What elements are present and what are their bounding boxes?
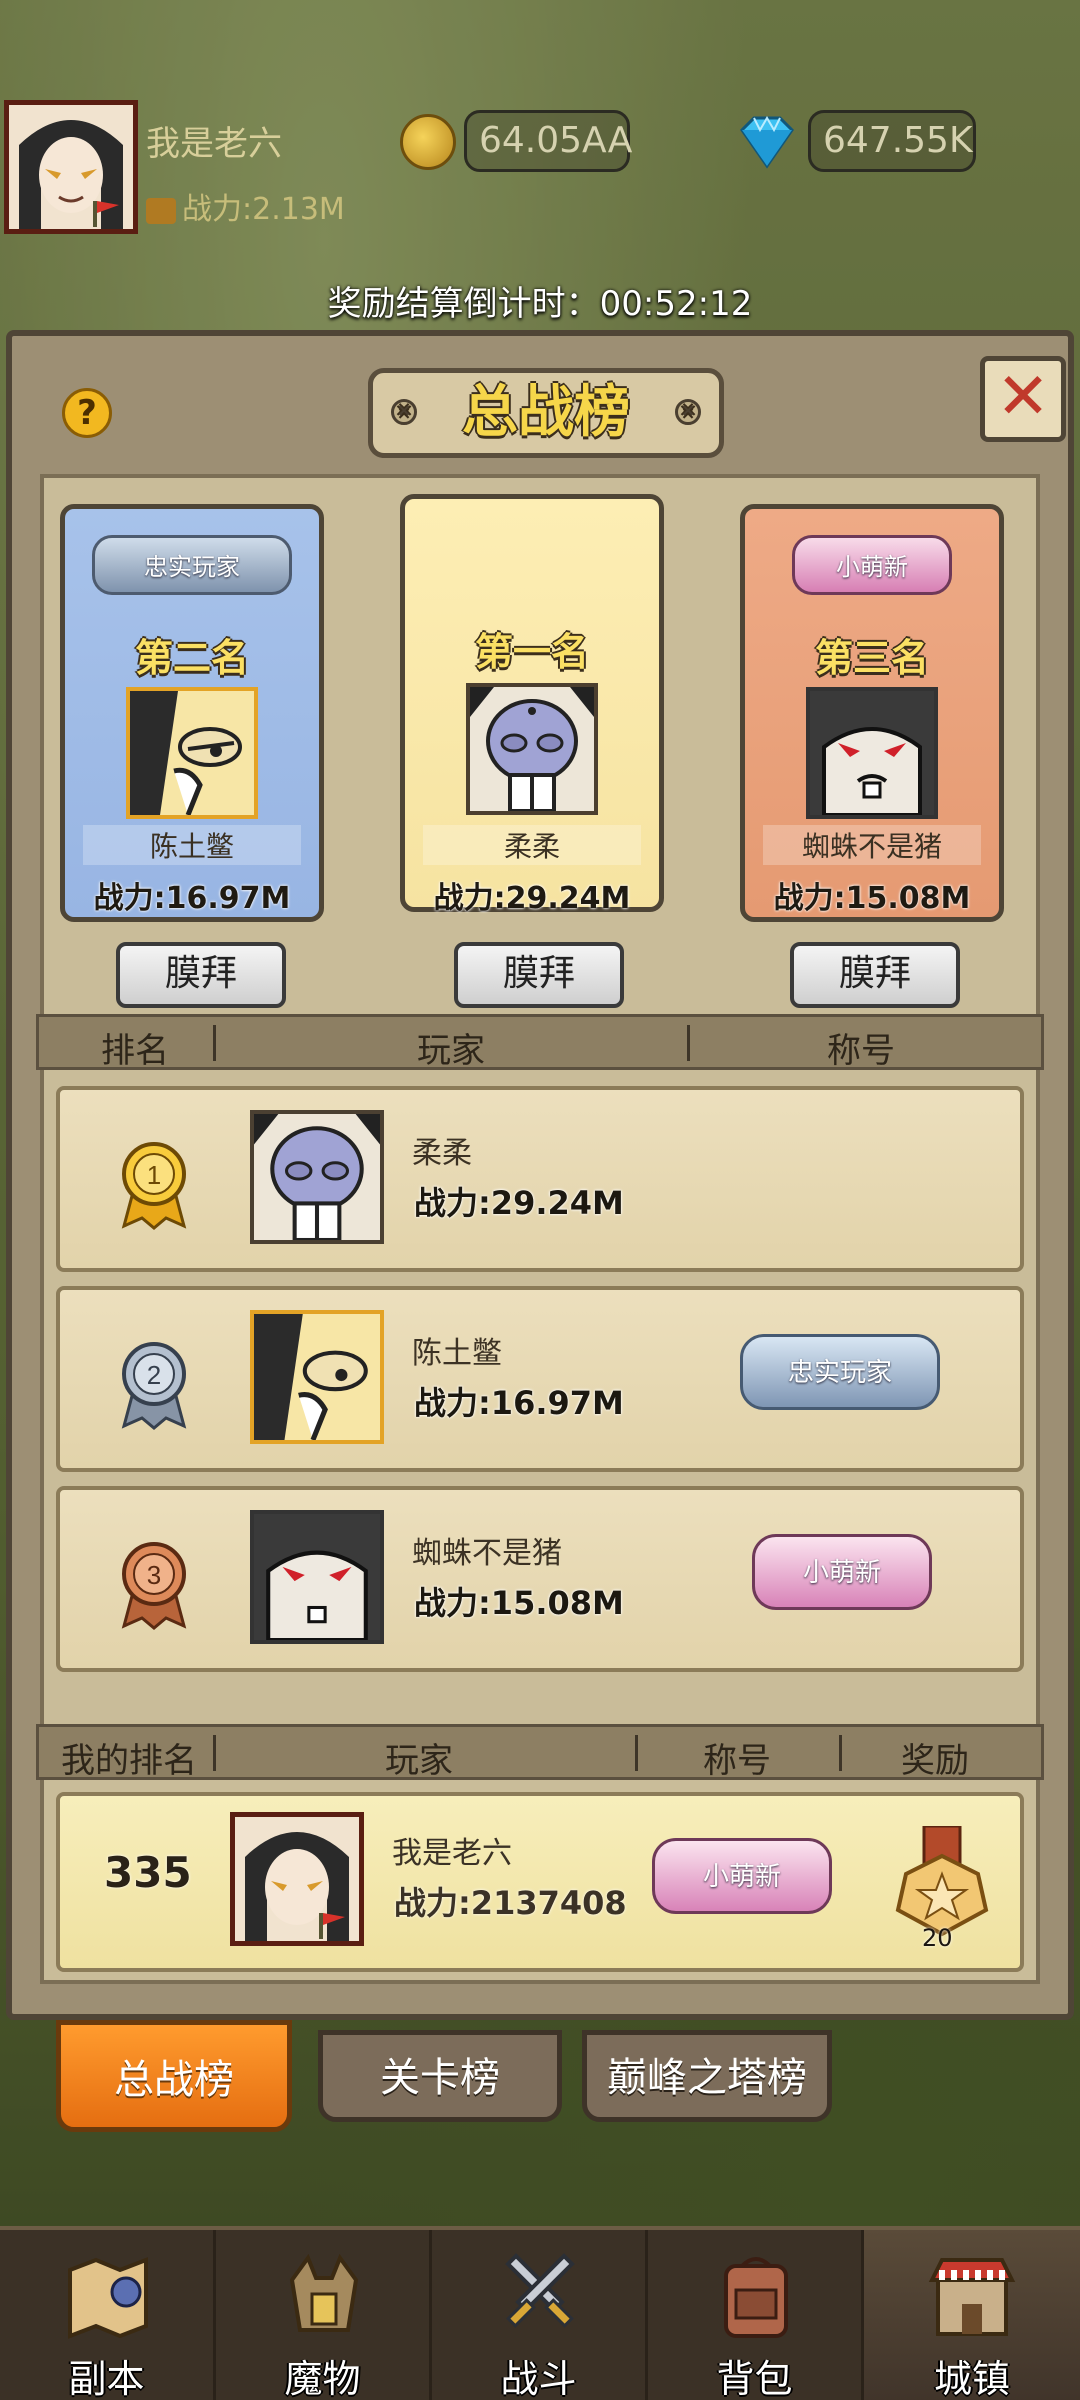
nav-battle[interactable]: 战斗 (432, 2230, 648, 2400)
tab-tower[interactable]: 巅峰之塔榜 (582, 2030, 832, 2122)
avatar-rourou[interactable] (466, 683, 598, 815)
podium-player-name: 蜘蛛不是猪 (763, 825, 981, 865)
podium-player-power: 战力:29.24M (433, 881, 631, 916)
gold-coin-icon (400, 114, 456, 170)
header-title: 称号 (827, 1031, 895, 1071)
power-icon (146, 197, 176, 224)
nav-bag[interactable]: 背包 (648, 2230, 864, 2400)
tab-stage[interactable]: 关卡榜 (318, 2030, 562, 2122)
my-row-name: 我是老六 (392, 1836, 512, 1871)
gem-amount[interactable]: 647.55K (808, 110, 976, 172)
silver-medal-icon: 2 (121, 1342, 187, 1430)
my-rank-header: 我的排名 玩家 称号 奖励 (36, 1724, 1044, 1781)
rivet-icon: × (675, 399, 701, 425)
player-power-text: 战力:2.13M (182, 192, 345, 227)
gold-amount[interactable]: 64.05AA (464, 110, 632, 172)
avatar-spider[interactable] (250, 1510, 384, 1644)
player-power: 战力:2.13M (146, 184, 345, 228)
avatar-spider[interactable] (806, 687, 938, 819)
header-player: 玩家 (417, 1031, 485, 1071)
help-button[interactable]: ? (62, 388, 112, 438)
nav-town[interactable]: 城镇 (864, 2230, 1080, 2400)
my-row-power: 战力:2137408 (394, 1884, 627, 1922)
podium-third[interactable]: 小萌新 第三名 蜘蛛不是猪 战力:15.08M (740, 504, 1004, 922)
avatar-chen[interactable] (250, 1310, 384, 1444)
nav-label: 城镇 (933, 2357, 1010, 2400)
row-player-name: 蜘蛛不是猪 (412, 1536, 562, 1571)
podium-player-power: 战力:15.08M (773, 881, 971, 916)
bronze-medal-icon: 3 (121, 1542, 187, 1630)
header-player: 玩家 (385, 1741, 453, 1781)
divider (213, 1735, 216, 1771)
podium-player-name: 柔柔 (423, 825, 641, 865)
tab-total-power[interactable]: 总战榜 (56, 2020, 292, 2132)
bottom-nav: 副本 魔物 战斗 背包 城镇 (0, 2226, 1080, 2400)
row-player-power: 战力:15.08M (414, 1584, 624, 1622)
player-name: 我是老六 (146, 124, 282, 164)
rank-label: 第二名 (134, 636, 249, 680)
town-icon (928, 2258, 1016, 2336)
divider (839, 1735, 842, 1771)
svg-text:1: 1 (147, 1160, 161, 1190)
title-badge-loyal: 忠实玩家 (92, 535, 292, 595)
podium-second[interactable]: 忠实玩家 第二名 陈土鳖 战力:16.97M (60, 504, 324, 922)
gold-medal-icon: 1 (121, 1142, 187, 1230)
nav-label: 魔物 (284, 2357, 361, 2400)
nav-monster[interactable]: 魔物 (216, 2230, 432, 2400)
podium-player-name: 陈土鳖 (83, 825, 301, 865)
podium-player-power: 战力:16.97M (93, 881, 291, 916)
divider (687, 1025, 690, 1061)
my-row-avatar[interactable] (230, 1812, 364, 1946)
close-button[interactable]: ✕ (980, 356, 1066, 442)
row-player-name: 柔柔 (412, 1136, 472, 1171)
row-player-name: 陈土鳖 (412, 1336, 502, 1371)
nav-label: 背包 (716, 2357, 793, 2400)
top-bar: 我是老六 战力:2.13M 64.05AA 647.55K (0, 96, 1080, 236)
header-my-rank: 我的排名 (61, 1741, 197, 1781)
backpack-icon (724, 2257, 788, 2338)
title-badge-newbie: 小萌新 (652, 1838, 832, 1914)
divider (635, 1735, 638, 1771)
row-player-power: 战力:16.97M (414, 1384, 624, 1422)
diamond-icon (740, 116, 794, 169)
row-player-power: 战力:29.24M (414, 1184, 624, 1222)
table-row[interactable]: 3 蜘蛛不是猪 战力:15.08M 小萌新 (56, 1486, 1024, 1672)
avatar-chen[interactable] (126, 687, 258, 819)
swords-icon (505, 2253, 575, 2328)
worship-button-third[interactable]: 膜拜 (790, 942, 960, 1008)
my-avatar[interactable] (4, 100, 138, 234)
reward-count: 20 (922, 1924, 953, 1952)
podium-first[interactable]: 第一名 柔柔 战力:29.24M (400, 494, 664, 916)
table-row[interactable]: 2 陈土鳖 战力:16.97M 忠实玩家 (56, 1286, 1024, 1472)
monster-icon (289, 2253, 359, 2332)
nav-dungeon[interactable]: 副本 (0, 2230, 216, 2400)
header-reward: 奖励 (901, 1741, 969, 1781)
my-rank-row[interactable]: 335 我是老六 战力:2137408 小萌新 20 (56, 1792, 1024, 1972)
divider (213, 1025, 216, 1061)
svg-text:2: 2 (147, 1360, 161, 1390)
avatar-rourou[interactable] (250, 1110, 384, 1244)
title-badge-newbie: 小萌新 (752, 1534, 932, 1610)
worship-button-first[interactable]: 膜拜 (454, 942, 624, 1008)
title-badge-newbie: 小萌新 (792, 535, 952, 595)
panel-title-text: 总战榜 (462, 380, 630, 445)
table-header: 排名 玩家 称号 (36, 1014, 1044, 1071)
table-row[interactable]: 1 柔柔 战力:29.24M (56, 1086, 1024, 1272)
my-rank-number: 335 (104, 1848, 192, 1897)
panel-title: × 总战榜 × (368, 368, 724, 458)
worship-button-second[interactable]: 膜拜 (116, 942, 286, 1008)
reward-countdown: 奖励结算倒计时：00:52:12 (327, 284, 753, 324)
header-title: 称号 (703, 1741, 771, 1781)
header-rank: 排名 (101, 1031, 169, 1071)
nav-label: 副本 (68, 2357, 145, 2400)
rivet-icon: × (391, 399, 417, 425)
title-badge-loyal: 忠实玩家 (740, 1334, 940, 1410)
rank-label: 第一名 (474, 630, 589, 674)
rank-label: 第三名 (814, 636, 929, 680)
svg-text:3: 3 (147, 1560, 161, 1590)
nav-label: 战斗 (500, 2357, 577, 2400)
map-icon (68, 2257, 148, 2339)
